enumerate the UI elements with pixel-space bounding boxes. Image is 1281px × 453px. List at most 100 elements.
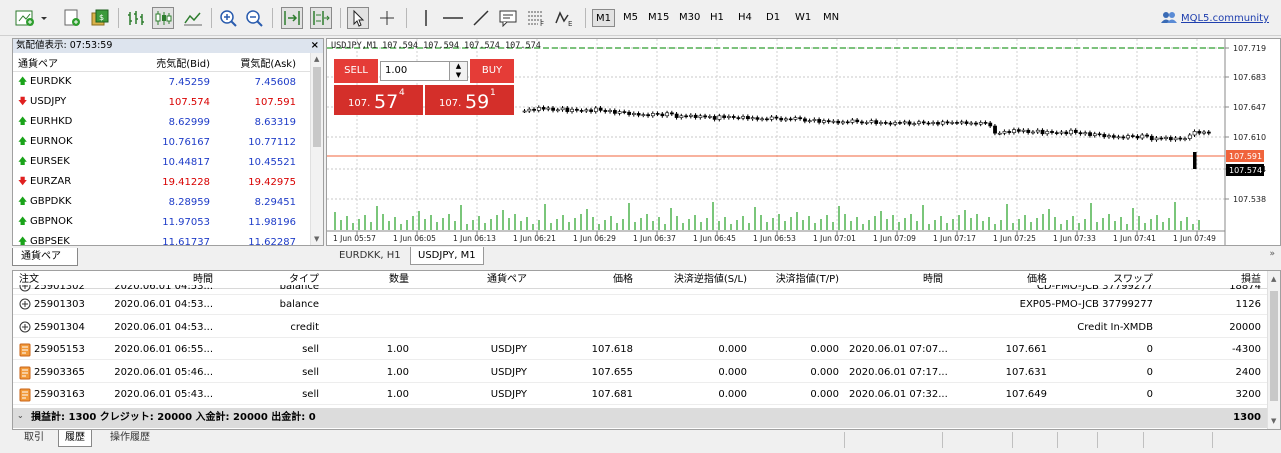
tab-symbols[interactable]: 通貨ペア	[12, 248, 78, 266]
market-watch-row[interactable]: 🡅 EURHKD 8.62999 8.63319	[13, 112, 323, 132]
table-row[interactable]: 25903365 2020.06.01 05:46... sell 1.00 USDJP…	[13, 363, 1268, 383]
auto-scroll-icon[interactable]	[281, 7, 303, 29]
market-watch-row[interactable]: 🡅 EURDKK 7.45259 7.45608	[13, 72, 323, 92]
close-icon[interactable]: ×	[311, 39, 319, 53]
text-label-icon[interactable]	[497, 7, 519, 29]
tab-chart-eurdkk[interactable]: EURDKK, H1	[332, 247, 408, 265]
mql5-community-link[interactable]: MQL5.community	[1181, 13, 1269, 24]
terminal-tabs-bar: 取引 履歴 操作履歴	[12, 430, 1281, 450]
bid-column-header[interactable]: 売気配(Bid)	[113, 55, 213, 70]
candle-body	[793, 117, 798, 120]
ask-cell: 8.29451	[254, 196, 296, 208]
sell-button[interactable]: SELL	[334, 59, 378, 83]
timeframe-m30[interactable]: M30	[676, 9, 703, 27]
market-watch-row[interactable]: 🡇 USDJPY 107.574 107.591	[13, 92, 323, 112]
trade-document-icon	[19, 366, 31, 379]
timeframe-d1[interactable]: D1	[763, 9, 783, 27]
chart-shift-icon[interactable]	[310, 7, 332, 29]
market-watch-row[interactable]: 🡅 EURSEK 10.44817 10.45521	[13, 152, 323, 172]
price-chart[interactable]: 107.719107.683107.647107.610107.574107.5…	[326, 38, 1281, 246]
candle-body	[627, 111, 632, 115]
candle-body	[655, 113, 660, 115]
order-id: 25903163	[34, 389, 85, 400]
elliott-icon[interactable]: E	[553, 7, 577, 29]
candlestick-icon[interactable]	[152, 7, 174, 29]
candle-body	[817, 119, 822, 123]
zoom-out-icon[interactable]	[244, 7, 266, 29]
sell-price-box[interactable]: 107. 57 4	[334, 85, 423, 115]
terminal-scrollbar[interactable]: ▲ ▼	[1267, 271, 1280, 429]
chevron-down-icon[interactable]: ⌄	[17, 411, 24, 420]
line-chart-icon[interactable]	[182, 7, 204, 29]
chevron-right-icon[interactable]: »	[1269, 249, 1275, 259]
timeframe-h1[interactable]: H1	[707, 9, 727, 27]
vertical-line-icon[interactable]	[415, 7, 437, 29]
tab-journal[interactable]: 操作履歴	[104, 430, 156, 447]
timeframe-m5[interactable]: M5	[620, 9, 641, 27]
market-watch-row[interactable]: 🡅 GBPNOK 11.97053 11.98196	[13, 212, 323, 232]
bar-chart-icon[interactable]	[125, 7, 147, 29]
scrollbar-thumb[interactable]	[1270, 291, 1278, 401]
table-row[interactable]: 25901304 2020.06.01 04:53... credit Credit …	[13, 318, 1268, 338]
candle-body	[841, 121, 845, 124]
tab-trade[interactable]: 取引	[18, 430, 50, 447]
mql5-community[interactable]: MQL5.community	[1160, 10, 1269, 27]
market-watch-row[interactable]: 🡇 EURZAR 19.41228 19.42975	[13, 172, 323, 192]
cursor-icon[interactable]	[347, 7, 369, 29]
lot-size-input[interactable]: 1.00 ▲ ▼	[380, 61, 468, 81]
timeframe-w1[interactable]: W1	[792, 9, 814, 27]
scroll-up-icon[interactable]: ▲	[314, 55, 319, 63]
scroll-up-icon[interactable]: ▲	[1271, 275, 1276, 283]
candle-body	[703, 115, 708, 118]
plus-circle-icon	[19, 298, 31, 310]
table-row-partial[interactable]: 25901302 2020.06.01 04:53... balance CD-…	[13, 285, 1268, 295]
candle-body	[1026, 129, 1031, 133]
market-watch-row[interactable]: 🡅 GBPDKK 8.28959 8.29451	[13, 192, 323, 212]
buy-button[interactable]: BUY	[470, 59, 514, 83]
sl-cell: 0.000	[718, 366, 747, 378]
table-row[interactable]: 25903163 2020.06.01 05:43... sell 1.00 USDJP…	[13, 385, 1268, 405]
type-cell: credit	[290, 321, 319, 333]
profiles-icon[interactable]	[61, 7, 83, 29]
candle-body	[660, 113, 665, 117]
lot-stepper[interactable]: ▲ ▼	[449, 62, 467, 80]
timeframe-m1[interactable]: M1	[592, 9, 615, 27]
candle-body	[1021, 129, 1026, 132]
arrow-down-icon: 🡇	[18, 177, 28, 187]
svg-text:F: F	[540, 20, 544, 27]
scroll-down-icon[interactable]: ▼	[314, 235, 319, 243]
timeframe-m15[interactable]: M15	[645, 9, 672, 27]
timeframe-mn[interactable]: MN	[820, 9, 842, 27]
buy-price-box[interactable]: 107. 59 1	[425, 85, 514, 115]
market-watch-row[interactable]: 🡅 GBPSEK 11.61737 11.62287	[13, 232, 323, 245]
tab-chart-usdjpy[interactable]: USDJPY, M1	[410, 247, 484, 265]
table-row[interactable]: 25901303 2020.06.01 04:53... balance EXP05-…	[13, 295, 1268, 315]
scroll-down-icon[interactable]: ▼	[1271, 417, 1276, 425]
symbol-column-header[interactable]: 通貨ペア	[13, 55, 113, 70]
candle-body	[1202, 131, 1206, 134]
ask-column-header[interactable]: 買気配(Ask)	[213, 55, 299, 70]
crosshair-icon[interactable]	[376, 7, 398, 29]
new-chart-icon[interactable]	[14, 7, 50, 29]
trendline-icon[interactable]	[470, 7, 492, 29]
timeframe-h4[interactable]: H4	[735, 9, 755, 27]
zoom-in-icon[interactable]	[218, 7, 240, 29]
candle-body	[945, 121, 950, 124]
symbol-cell: 🡇 EURZAR	[13, 174, 113, 190]
tab-history[interactable]: 履歴	[58, 430, 92, 447]
symbol-cell: 🡅 GBPDKK	[13, 194, 113, 210]
scrollbar-thumb[interactable]	[313, 67, 321, 147]
candle-body	[902, 121, 907, 124]
table-row[interactable]: 25905153 2020.06.01 06:55... sell 1.00 USDJP…	[13, 340, 1268, 360]
market-watch-row[interactable]: 🡅 EURNOK 10.76167 10.77112	[13, 132, 323, 152]
market-watch-scrollbar[interactable]: ▲ ▼	[310, 53, 323, 245]
templates-icon[interactable]: $	[89, 7, 111, 29]
candle-body	[693, 114, 698, 118]
symbol-cell: 🡅 GBPNOK	[13, 214, 113, 230]
time-axis-label: 1 Jun 07:01	[813, 234, 856, 243]
fibonacci-icon[interactable]: F	[525, 7, 549, 29]
profit-cell: 20000	[1229, 321, 1261, 333]
horizontal-line-icon[interactable]	[440, 7, 466, 29]
candle-body	[1040, 129, 1045, 135]
summary-total: 1300	[1233, 412, 1261, 423]
